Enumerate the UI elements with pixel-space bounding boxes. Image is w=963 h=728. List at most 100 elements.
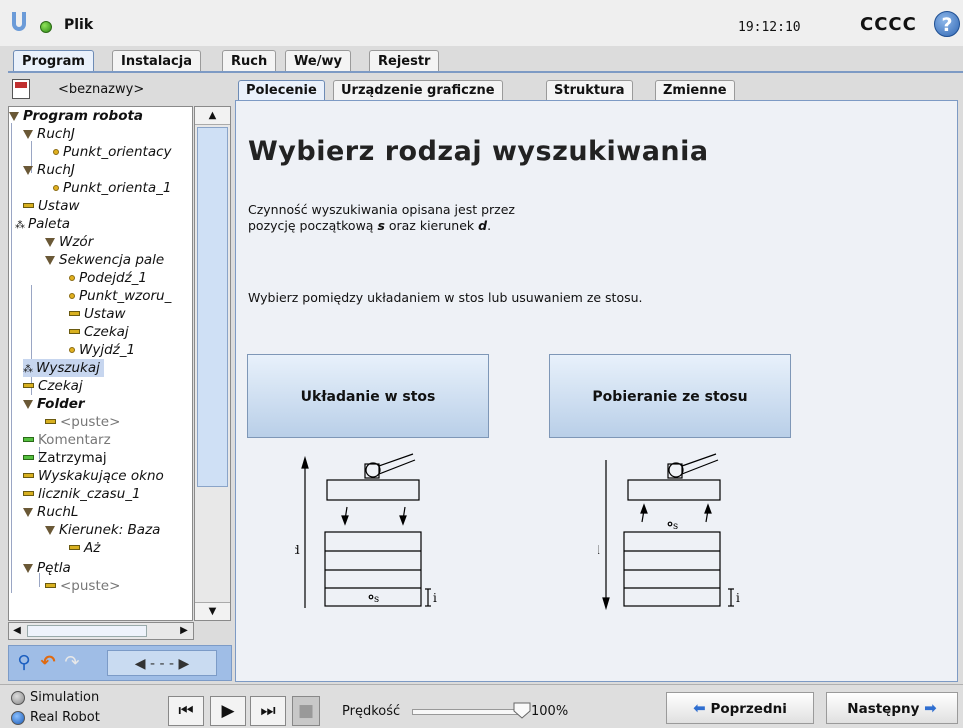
direction-label: d	[295, 543, 300, 557]
tree-item[interactable]: Ustaw	[23, 197, 80, 215]
page-title: Wybierz rodzaj wyszukiwania	[248, 136, 709, 167]
bottom-bar	[0, 684, 963, 728]
tree-item[interactable]: Sekwencja pale	[45, 251, 164, 269]
step-icon: ⏭	[260, 701, 276, 721]
tree-item[interactable]: RuchJ	[23, 161, 75, 179]
pallet-icon: ⁂	[15, 220, 25, 231]
destacking-button[interactable]: Pobieranie ze stosu	[549, 354, 791, 438]
tree-item[interactable]: <puste>	[45, 577, 120, 595]
stop-button[interactable]: ■	[292, 696, 320, 726]
tree-item[interactable]: Komentarz	[23, 431, 111, 449]
tree-horizontal-scrollbar[interactable]: ◀ ▶	[8, 622, 194, 640]
next-button[interactable]: Następny ➡	[826, 692, 958, 724]
stacking-button[interactable]: Układanie w stos	[247, 354, 489, 438]
step-button[interactable]: ⏭	[250, 696, 286, 726]
tree-item[interactable]: Czekaj	[69, 323, 129, 341]
tree-item[interactable]: Punkt_orientacy	[53, 143, 172, 161]
play-button[interactable]: ▶	[210, 696, 246, 726]
command-icon	[23, 491, 34, 496]
tree-item[interactable]: Ustaw	[69, 305, 126, 323]
move-node-button[interactable]: ◀ - - - ▶	[107, 650, 217, 676]
tree-item[interactable]: RuchL	[23, 503, 78, 521]
tree-item[interactable]: Pętla	[23, 559, 71, 577]
tab-installation[interactable]: Instalacja	[112, 50, 201, 72]
tab-log[interactable]: Rejestr	[369, 50, 440, 72]
triangle-icon	[23, 564, 33, 573]
tab-variables[interactable]: Zmienne	[655, 80, 735, 101]
simulation-label: Simulation	[30, 690, 100, 705]
tab-command[interactable]: Polecenie	[238, 80, 325, 101]
command-icon	[23, 383, 34, 388]
start-position-label: s	[673, 521, 678, 532]
tree-item[interactable]: Aż	[69, 539, 100, 557]
tree-toolbar: ⚲ ↶ ↷ ◀ - - - ▶	[8, 645, 232, 681]
tree-item[interactable]: Zatrzymaj	[23, 449, 107, 467]
tree-item[interactable]: Podejdź_1	[69, 269, 147, 287]
tab-io[interactable]: We/wy	[285, 50, 351, 72]
help-icon[interactable]: ?	[934, 11, 960, 37]
thickness-label: i	[433, 591, 437, 605]
skip-back-icon: ⏮	[178, 701, 194, 721]
scroll-right-icon[interactable]: ▶	[175, 623, 193, 639]
waypoint-icon	[69, 347, 75, 353]
simulation-radio[interactable]	[11, 691, 25, 705]
scroll-thumb[interactable]	[197, 127, 228, 487]
tab-structure[interactable]: Struktura	[546, 80, 633, 101]
command-icon	[45, 419, 56, 424]
real-robot-radio[interactable]	[11, 711, 25, 725]
tree-item[interactable]: Folder	[23, 395, 85, 413]
stop-icon	[23, 455, 34, 460]
scroll-up-icon[interactable]: ▲	[195, 107, 230, 125]
tree-item-root[interactable]: Program robota	[9, 107, 143, 125]
tab-program[interactable]: Program	[13, 50, 94, 72]
tab-graphics[interactable]: Urządzenie graficzne	[333, 80, 503, 101]
scroll-down-icon[interactable]: ▼	[195, 602, 230, 620]
scroll-left-icon[interactable]: ◀	[9, 623, 25, 639]
tree-item[interactable]: ⁂ Paleta	[15, 215, 70, 233]
triangle-icon	[23, 400, 33, 409]
triangle-icon	[45, 256, 55, 265]
scroll-thumb[interactable]	[27, 625, 147, 637]
waypoint-icon	[69, 293, 75, 299]
tree-item[interactable]: Punkt_wzoru_	[69, 287, 171, 305]
program-file-name: <beznazwy>	[58, 82, 145, 97]
previous-button[interactable]: ⬅ Poprzedni	[666, 692, 814, 724]
command-icon	[69, 329, 80, 334]
arrow-right-icon: ➡	[924, 699, 937, 717]
tree-vertical-scrollbar[interactable]: ▲ ▼	[194, 106, 231, 621]
tab-move[interactable]: Ruch	[222, 50, 277, 72]
command-icon	[69, 311, 80, 316]
arrow-left-icon: ⬅	[693, 699, 706, 717]
tree-item[interactable]: Wyskakujące okno	[23, 467, 164, 485]
file-menu[interactable]: Plik	[64, 17, 93, 33]
redo-icon[interactable]: ↷	[61, 650, 83, 676]
robot-status-icon[interactable]	[40, 21, 52, 33]
tree-item[interactable]: Wzór	[45, 233, 93, 251]
thickness-label: i	[736, 591, 740, 605]
speed-slider[interactable]	[412, 709, 522, 715]
command-icon	[69, 545, 80, 550]
tree-item[interactable]: <puste>	[45, 413, 120, 431]
tree-item[interactable]: Kierunek: Baza	[45, 521, 160, 539]
comment-icon	[23, 437, 34, 442]
search-icon[interactable]: ⚲	[13, 650, 35, 676]
command-icon	[45, 583, 56, 588]
instruction-text: Wybierz pomiędzy układaniem w stos lub u…	[248, 290, 643, 305]
tree-item-selected[interactable]: ⁂ Wyszukaj	[23, 359, 104, 377]
save-file-icon[interactable]	[12, 79, 30, 99]
undo-icon[interactable]: ↶	[37, 650, 59, 676]
triangle-icon	[45, 526, 55, 535]
tree-item[interactable]: Punkt_orienta_1	[53, 179, 171, 197]
waypoint-icon	[53, 185, 59, 191]
speed-slider-handle[interactable]	[512, 700, 532, 720]
tree-item[interactable]: licznik_czasu_1	[23, 485, 141, 503]
command-icon	[23, 203, 34, 208]
play-icon: ▶	[221, 701, 235, 721]
program-tree[interactable]: Program robota RuchJ Punkt_orientacy Ruc…	[8, 106, 193, 621]
tree-item[interactable]: Czekaj	[23, 377, 83, 395]
skip-back-button[interactable]: ⏮	[168, 696, 204, 726]
next-label: Następny	[847, 701, 920, 717]
tree-item[interactable]: RuchJ	[23, 125, 75, 143]
top-bar	[0, 0, 963, 46]
tree-item[interactable]: Wyjdź_1	[69, 341, 135, 359]
